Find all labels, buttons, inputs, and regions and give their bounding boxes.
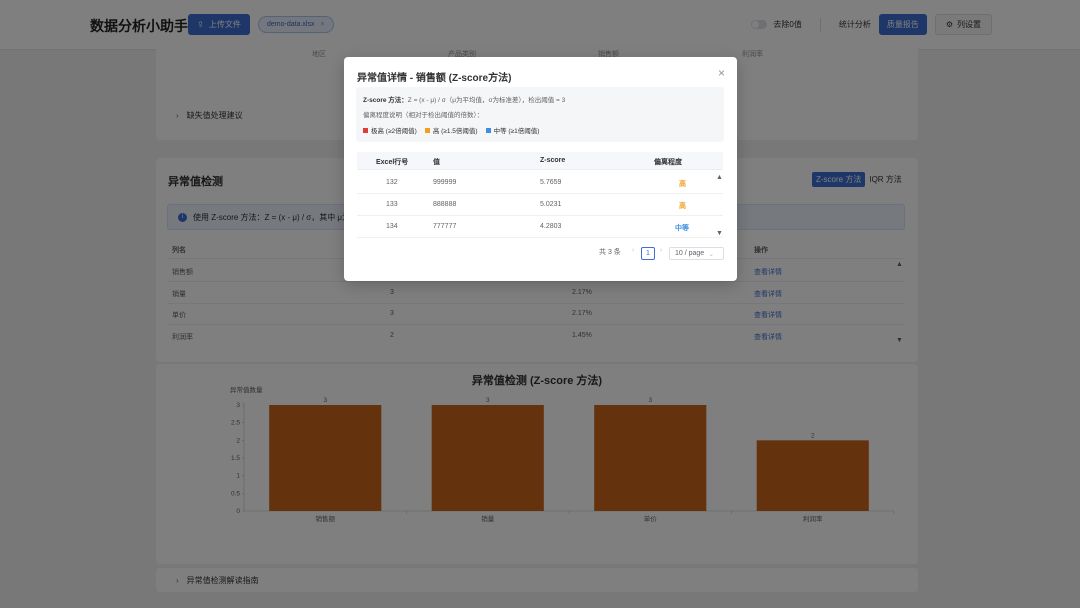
cell-level: 中等 bbox=[675, 225, 689, 232]
column-header-level: 偏离程度 bbox=[654, 159, 682, 166]
table-row: 134 777777 4.2803 中等 bbox=[357, 216, 723, 238]
modal-title: 异常值详情 - 销售额 (Z-score方法) bbox=[357, 73, 512, 84]
page-size-select[interactable]: 10 / page ⌄ bbox=[669, 247, 724, 260]
blue-square-icon bbox=[485, 127, 491, 133]
cell-row: 132 bbox=[386, 179, 398, 186]
cell-level: 高 bbox=[679, 181, 686, 188]
column-header-value: 值 bbox=[433, 159, 440, 166]
cell-value: 888888 bbox=[433, 201, 457, 208]
method-legend: Z-score 方法：Z = (x - μ) / σ（μ为平均值，σ为标准差），… bbox=[356, 87, 724, 142]
cell-level: 高 bbox=[679, 203, 686, 210]
cell-zscore: 5.7659 bbox=[540, 179, 562, 186]
page-number-button[interactable]: 1 bbox=[641, 247, 655, 260]
cell-value: 777777 bbox=[433, 223, 457, 230]
prev-page-icon[interactable]: ‹ bbox=[632, 247, 634, 254]
legend-label: 中等 (≥1倍阈值) bbox=[493, 128, 540, 135]
legend-item-extreme: 极高 (≥2倍阈值) bbox=[363, 125, 417, 135]
close-icon[interactable]: × bbox=[718, 66, 725, 80]
cell-row: 134 bbox=[386, 223, 398, 230]
deviation-legend: 极高 (≥2倍阈值) 高 (≥1.5倍阈值) 中等 (≥1倍阈值) bbox=[363, 125, 539, 135]
cell-row: 133 bbox=[386, 201, 398, 208]
page-size-value: 10 / page bbox=[675, 250, 705, 257]
pagination-total: 共 3 条 bbox=[599, 249, 621, 256]
next-page-icon[interactable]: › bbox=[660, 247, 662, 254]
formula-text: Z-score 方法：Z = (x - μ) / σ（μ为平均值，σ为标准差），… bbox=[363, 94, 565, 104]
cell-zscore: 4.2803 bbox=[540, 223, 562, 230]
formula-label: Z-score 方法： bbox=[363, 97, 408, 104]
orange-square-icon bbox=[424, 127, 430, 133]
legend-item-medium: 中等 (≥1倍阈值) bbox=[485, 125, 540, 135]
red-square-icon bbox=[363, 127, 368, 133]
table-row: 133 888888 5.0231 高 bbox=[357, 194, 723, 216]
deviation-desc: 偏离程度说明（相对于检出阈值的倍数）： bbox=[363, 112, 484, 119]
cell-zscore: 5.0231 bbox=[540, 201, 562, 208]
scroll-down-icon[interactable]: ▼ bbox=[716, 230, 723, 237]
table-row: 132 999999 5.7659 高 bbox=[357, 172, 723, 194]
chevron-down-icon: ⌄ bbox=[708, 250, 715, 258]
outlier-detail-modal: 异常值详情 - 销售额 (Z-score方法) × Z-score 方法：Z =… bbox=[344, 57, 737, 281]
legend-item-high: 高 (≥1.5倍阈值) bbox=[424, 125, 478, 135]
scroll-up-icon[interactable]: ▲ bbox=[716, 174, 723, 181]
cell-value: 999999 bbox=[433, 179, 457, 186]
legend-label: 高 (≥1.5倍阈值) bbox=[432, 128, 478, 135]
formula-body: Z = (x - μ) / σ（μ为平均值，σ为标准差），检出阈值 = 3 bbox=[407, 97, 566, 104]
detail-table-header: Excel行号 值 Z-score 偏离程度 bbox=[357, 152, 723, 170]
legend-label: 极高 (≥2倍阈值) bbox=[371, 128, 417, 135]
column-header-row: Excel行号 bbox=[376, 159, 409, 166]
column-header-zscore: Z-score bbox=[540, 157, 566, 164]
